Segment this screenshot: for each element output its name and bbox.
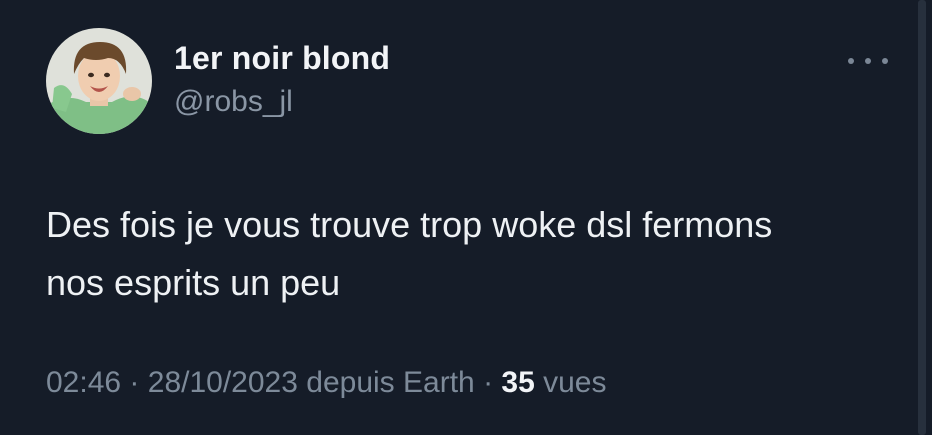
more-horizontal-icon-dot: [848, 58, 854, 64]
meta-separator: ·: [483, 366, 494, 399]
tweet-source: depuis Earth: [306, 366, 475, 399]
views-label: vues: [543, 366, 607, 399]
views-count[interactable]: 35: [501, 366, 534, 399]
scrollbar[interactable]: [918, 0, 926, 435]
tweet-date[interactable]: 28/10/2023: [148, 366, 298, 399]
user-avatar-photo-icon: [46, 28, 152, 134]
tweet-text-line: Des fois je vous trouve trop woke dsl fe…: [46, 204, 773, 245]
more-options-button[interactable]: [848, 50, 888, 72]
tweet-text: Des fois je vous trouve trop woke dsl fe…: [46, 196, 906, 312]
tweet-metadata: 02:46 · 28/10/2023 depuis Earth · 35 vue…: [46, 366, 607, 400]
meta-separator: ·: [129, 366, 140, 399]
more-horizontal-icon-dot: [882, 58, 888, 64]
avatar[interactable]: [46, 28, 152, 134]
author-display-name[interactable]: 1er noir blond: [174, 40, 390, 77]
more-horizontal-icon-dot: [865, 58, 871, 64]
tweet-text-line: nos esprits un peu: [46, 262, 341, 303]
tweet-card: 1er noir blond @robs_jl Des fois je vous…: [0, 0, 932, 435]
tweet-time[interactable]: 02:46: [46, 366, 121, 399]
author-handle[interactable]: @robs_jl: [174, 85, 293, 119]
